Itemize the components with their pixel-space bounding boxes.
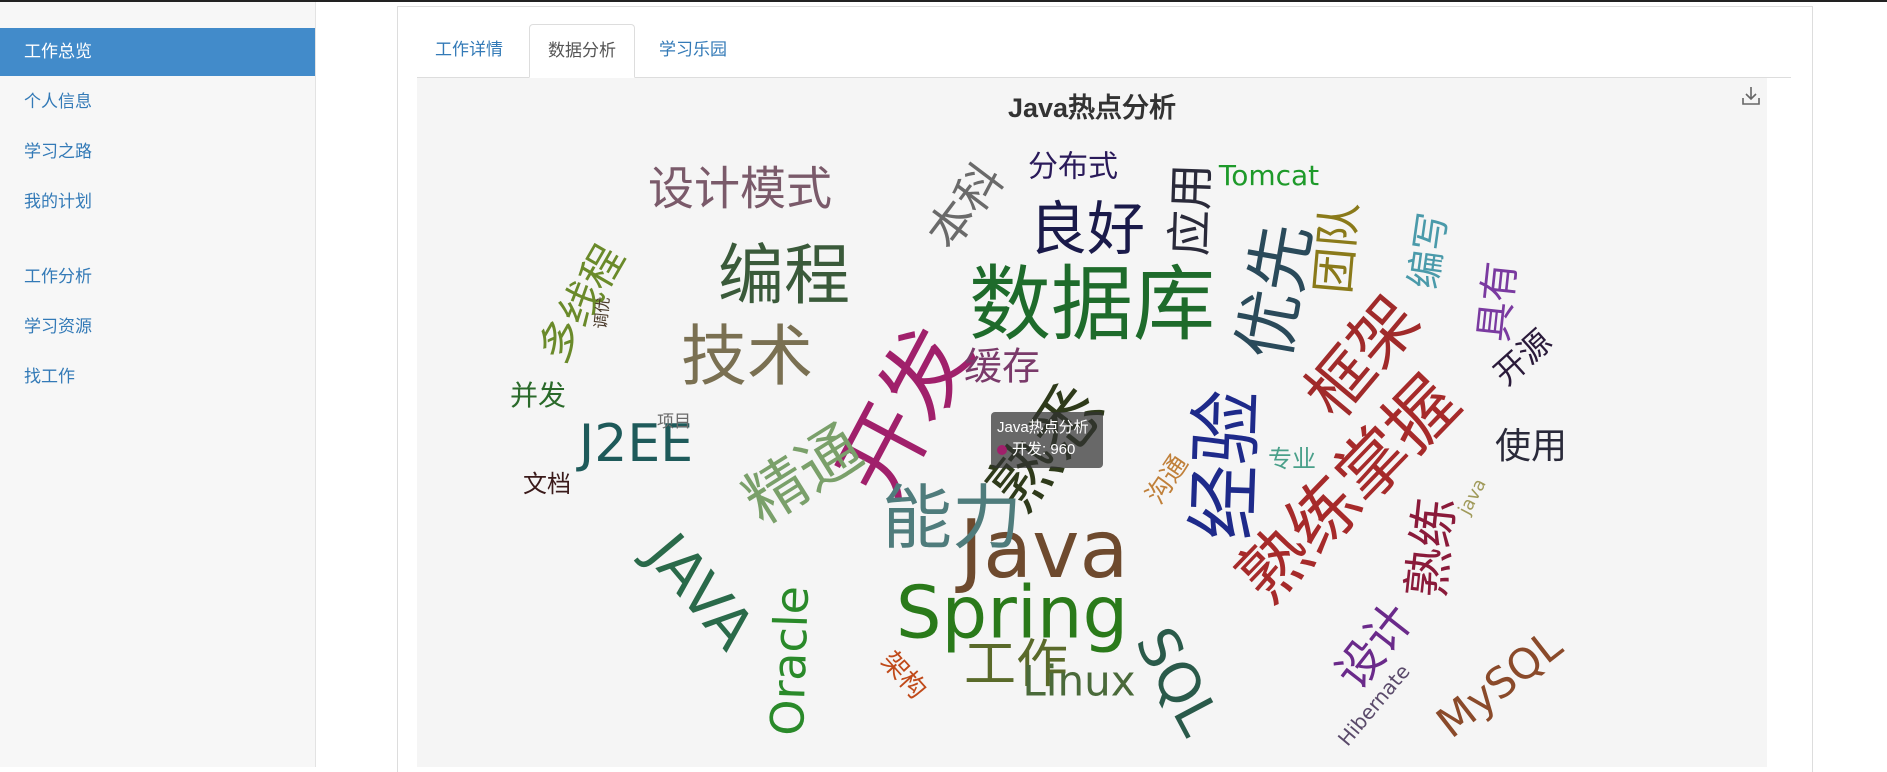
word-cloud-word[interactable]: 多线程 — [529, 237, 634, 371]
sidebar-item-personal-info[interactable]: 个人信息 — [0, 78, 315, 126]
word-cloud-word[interactable]: 使用 — [1495, 426, 1567, 467]
word-cloud-word[interactable]: MySQL — [1427, 620, 1571, 748]
word-cloud-word[interactable]: 团队 — [1306, 200, 1368, 296]
sidebar-item-label: 学习资源 — [24, 317, 92, 336]
sidebar-item-learning-resources[interactable]: 学习资源 — [0, 303, 315, 351]
word-cloud-word[interactable]: 缓存 — [964, 345, 1040, 389]
tab-label: 工作详情 — [435, 40, 503, 59]
word-cloud-word[interactable]: 熟练 — [1397, 495, 1465, 601]
word-cloud-word[interactable]: Tomcat — [1218, 159, 1319, 192]
word-cloud-word[interactable]: 编程 — [718, 237, 850, 314]
tab-bar: 工作详情 数据分析 学习乐园 — [417, 24, 1791, 78]
word-cloud-word[interactable]: JAVA — [632, 518, 768, 662]
sidebar-item-my-plan[interactable]: 我的计划 — [0, 178, 315, 226]
sidebar-item-label: 我的计划 — [24, 192, 92, 211]
word-cloud-word[interactable]: 架构 — [875, 646, 932, 705]
word-cloud-word[interactable]: 并发 — [510, 379, 566, 412]
word-cloud-word[interactable]: 具有 — [1471, 260, 1525, 344]
word-cloud-word[interactable]: 设计 — [1325, 593, 1424, 699]
word-cloud-word[interactable]: 项目 — [657, 412, 691, 432]
word-cloud-word[interactable]: 调优 — [591, 296, 613, 330]
word-cloud-word[interactable]: 技术 — [681, 318, 813, 395]
sidebar-item-label: 学习之路 — [24, 142, 92, 161]
tooltip-value: 开发: 960 — [1012, 441, 1076, 458]
word-cloud-word[interactable]: 分布式 — [1028, 150, 1118, 185]
sidebar-item-label: 工作总览 — [24, 42, 92, 61]
word-cloud-word[interactable]: Oracle — [760, 585, 819, 736]
word-cloud-word[interactable]: 经验 — [1179, 388, 1272, 541]
tooltip-value-row: 开发: 960 — [997, 439, 1097, 461]
word-cloud-word[interactable]: 编写 — [1401, 210, 1455, 291]
tab-label: 数据分析 — [548, 41, 616, 60]
chart-tooltip: Java热点分析 开发: 960 — [991, 412, 1103, 468]
sidebar-item-label: 个人信息 — [24, 92, 92, 111]
word-cloud-word[interactable]: 能力 — [882, 477, 1022, 559]
word-cloud-word[interactable]: 良好 — [1029, 195, 1145, 263]
tab-label: 学习乐园 — [659, 40, 727, 59]
sidebar-item-work-overview[interactable]: 工作总览 — [0, 28, 315, 76]
sidebar-item-learning-path[interactable]: 学习之路 — [0, 128, 315, 176]
word-cloud-word[interactable]: 本科 — [916, 153, 1014, 259]
tooltip-series: Java热点分析 — [997, 419, 1089, 436]
sidebar-item-find-job[interactable]: 找工作 — [0, 353, 315, 401]
word-cloud-word[interactable]: Linux — [1022, 657, 1135, 706]
word-cloud-word[interactable]: 文档 — [523, 470, 571, 498]
word-cloud-word[interactable]: SQL — [1122, 617, 1231, 745]
word-cloud-word[interactable]: 应用 — [1162, 163, 1219, 257]
tab-data-analysis[interactable]: 数据分析 — [529, 24, 635, 78]
tab-learning-park[interactable]: 学习乐园 — [641, 24, 745, 77]
tooltip-marker — [997, 445, 1007, 456]
sidebar-item-work-analysis[interactable]: 工作分析 — [0, 253, 315, 301]
sidebar-item-label: 找工作 — [24, 367, 75, 386]
tab-work-details[interactable]: 工作详情 — [417, 24, 521, 77]
chart-container: Java热点分析 开发数据库JavaSpring熟练掌握经验熟悉技术能力精通编程… — [417, 78, 1767, 767]
word-cloud-word[interactable]: 数据库 — [969, 257, 1215, 352]
word-cloud-word[interactable]: 专业 — [1268, 445, 1316, 473]
word-cloud-word[interactable]: 设计模式 — [648, 162, 832, 216]
sidebar: 工作总览 个人信息 学习之路 我的计划 工作分析 学习资源 找工作 — [0, 2, 316, 767]
sidebar-item-label: 工作分析 — [24, 267, 92, 286]
